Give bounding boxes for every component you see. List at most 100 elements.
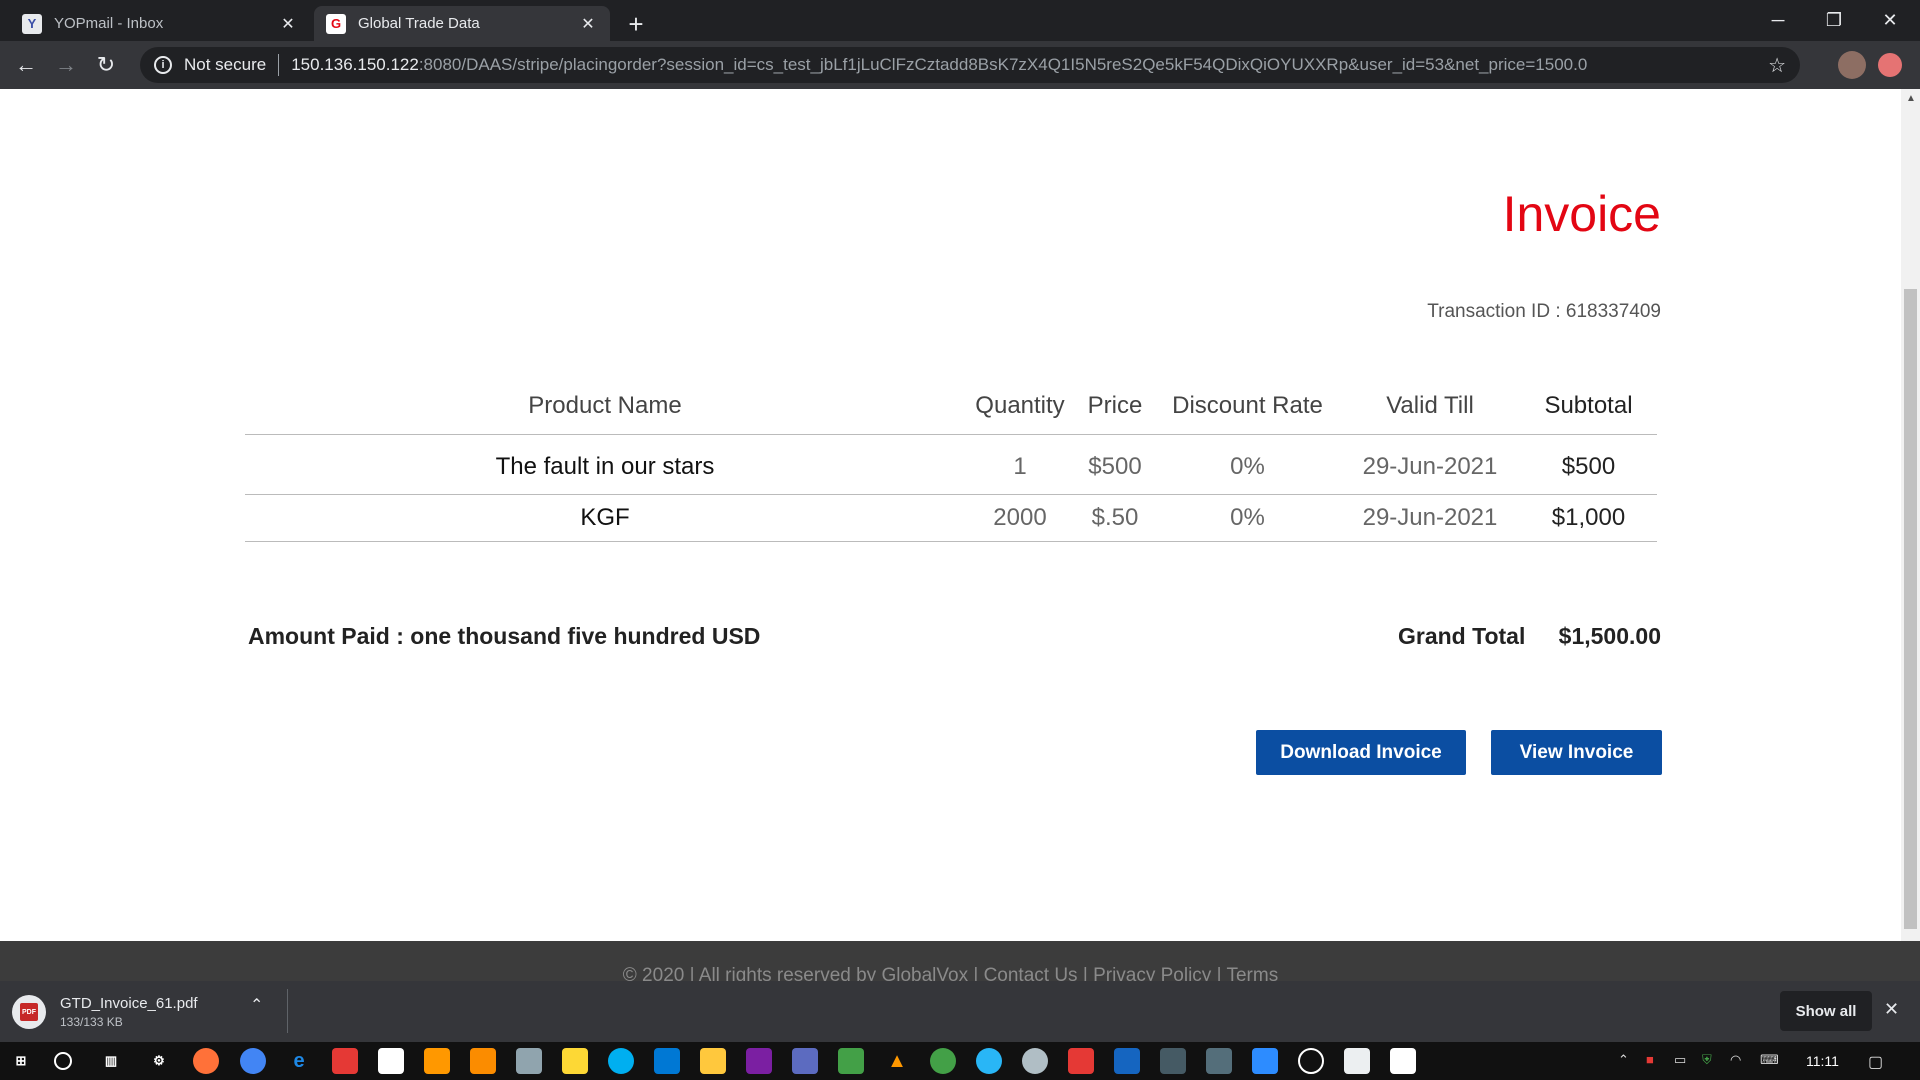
- new-tab-icon[interactable]: +: [620, 8, 652, 40]
- yopmail-icon: Y: [22, 13, 42, 34]
- valid-till-cell: 29-Jun-2021: [1340, 434, 1520, 495]
- app-icon[interactable]: [1022, 1048, 1048, 1074]
- browser-toolbar: ← → ↻ i Not secure 150.136.150.122:8080/…: [0, 41, 1920, 89]
- quantity-cell: 1: [965, 434, 1075, 495]
- pdf-file-icon: PDF: [12, 995, 46, 1029]
- invoice-title: Invoice: [1502, 186, 1661, 242]
- divider: [278, 54, 280, 76]
- settings-gear-icon[interactable]: ⚙: [146, 1048, 172, 1074]
- clock[interactable]: 11:11: [1806, 1053, 1839, 1069]
- reload-icon[interactable]: ↻: [90, 49, 122, 81]
- app-icon[interactable]: [1344, 1048, 1370, 1074]
- app-icon[interactable]: [930, 1048, 956, 1074]
- xampp-icon[interactable]: [470, 1048, 496, 1074]
- table-header-row: Product Name Quantity Price Discount Rat…: [245, 384, 1657, 435]
- download-item[interactable]: PDF GTD_Invoice_61.pdf 133/133 KB: [12, 989, 282, 1035]
- quantity-cell: 2000: [965, 494, 1075, 542]
- keyboard-icon[interactable]: ⌨: [1760, 1052, 1779, 1068]
- app-icon[interactable]: [378, 1048, 404, 1074]
- column-header: Product Name: [245, 384, 965, 435]
- show-all-button[interactable]: Show all: [1780, 991, 1872, 1031]
- firefox-icon[interactable]: [193, 1048, 219, 1074]
- tab-title: Global Trade Data: [358, 15, 480, 32]
- back-arrow-icon[interactable]: ←: [10, 49, 42, 81]
- windows-taskbar: ⊞ ▥ ⚙ e ▲ ⌃ ■ ▭ ⛨ ◠ ⌨ 11:11 ▢: [0, 1042, 1920, 1080]
- bookmark-star-icon[interactable]: ☆: [1768, 53, 1786, 78]
- chevron-up-icon[interactable]: ⌃: [1618, 1052, 1629, 1068]
- column-header: Valid Till: [1340, 384, 1520, 435]
- download-invoice-button[interactable]: Download Invoice: [1256, 730, 1466, 775]
- app-icon[interactable]: [1206, 1048, 1232, 1074]
- subtotal-cell: $1,000: [1520, 494, 1657, 542]
- app-icon[interactable]: [1390, 1048, 1416, 1074]
- view-invoice-button[interactable]: View Invoice: [1491, 730, 1662, 775]
- vlc-icon[interactable]: ▲: [884, 1048, 910, 1074]
- tray-icon[interactable]: ■: [1646, 1052, 1654, 1067]
- browser-tab-strip: Y YOPmail - Inbox ✕ G Global Trade Data …: [0, 0, 1920, 41]
- product-name-cell: KGF: [245, 494, 965, 542]
- subtotal-cell: $500: [1520, 434, 1657, 495]
- download-file-name: GTD_Invoice_61.pdf: [60, 995, 198, 1012]
- scrollbar-thumb[interactable]: [1904, 289, 1917, 929]
- file-explorer-icon[interactable]: [700, 1048, 726, 1074]
- page-content: Invoice Transaction ID : 618337409 Produ…: [0, 89, 1901, 941]
- product-name-cell: The fault in our stars: [245, 434, 965, 495]
- shield-icon[interactable]: ⛨: [1702, 1052, 1712, 1068]
- column-header: Price: [1075, 384, 1155, 435]
- chrome-icon[interactable]: [240, 1048, 266, 1074]
- search-icon[interactable]: [54, 1052, 72, 1070]
- battery-icon[interactable]: ▭: [1674, 1052, 1686, 1068]
- profile-avatar[interactable]: [1838, 51, 1866, 79]
- app-icon[interactable]: [332, 1048, 358, 1074]
- app-icon[interactable]: [838, 1048, 864, 1074]
- tab-global-trade-data[interactable]: G Global Trade Data ✕: [314, 6, 610, 41]
- invoice-table: Product Name Quantity Price Discount Rat…: [245, 384, 1657, 542]
- telegram-icon[interactable]: [976, 1048, 1002, 1074]
- column-header: Subtotal: [1520, 384, 1657, 435]
- table-row: The fault in our stars 1 $500 0% 29-Jun-…: [245, 434, 1657, 495]
- wifi-icon[interactable]: ◠: [1730, 1052, 1741, 1068]
- close-icon[interactable]: ✕: [578, 14, 598, 34]
- outlook-icon[interactable]: [654, 1048, 680, 1074]
- restore-icon[interactable]: ❐: [1806, 0, 1862, 41]
- notification-icon[interactable]: ▢: [1868, 1052, 1883, 1072]
- edge-icon[interactable]: e: [286, 1048, 312, 1074]
- table-row: KGF 2000 $.50 0% 29-Jun-2021 $1,000: [245, 494, 1657, 542]
- close-icon[interactable]: ✕: [278, 14, 298, 34]
- windows-start-icon[interactable]: ⊞: [8, 1048, 34, 1074]
- app-icon[interactable]: [1114, 1048, 1140, 1074]
- price-cell: $500: [1075, 434, 1155, 495]
- update-icon[interactable]: [1878, 53, 1902, 77]
- url-host: 150.136.150.122: [291, 55, 419, 74]
- teams-icon[interactable]: [792, 1048, 818, 1074]
- address-bar[interactable]: i Not secure 150.136.150.122:8080/DAAS/s…: [140, 47, 1800, 83]
- window-close-icon[interactable]: ✕: [1862, 0, 1918, 41]
- chevron-up-icon[interactable]: ⌃: [250, 995, 263, 1015]
- zoom-icon[interactable]: [1252, 1048, 1278, 1074]
- valid-till-cell: 29-Jun-2021: [1340, 494, 1520, 542]
- app-icon[interactable]: [1298, 1048, 1324, 1074]
- anydesk-icon[interactable]: [1068, 1048, 1094, 1074]
- scroll-up-arrow-icon[interactable]: ▲: [1906, 93, 1916, 104]
- close-icon[interactable]: ✕: [1884, 999, 1899, 1020]
- page-scrollbar[interactable]: ▲: [1901, 89, 1920, 941]
- tab-title: YOPmail - Inbox: [54, 15, 164, 32]
- app-icon[interactable]: [516, 1048, 542, 1074]
- divider: [287, 989, 288, 1033]
- discount-cell: 0%: [1155, 434, 1340, 495]
- app-icon[interactable]: [746, 1048, 772, 1074]
- task-view-icon[interactable]: ▥: [98, 1048, 124, 1074]
- grand-total-value: $1,500.00: [1558, 623, 1661, 649]
- sticky-notes-icon[interactable]: [562, 1048, 588, 1074]
- discount-cell: 0%: [1155, 494, 1340, 542]
- app-icon[interactable]: [1160, 1048, 1186, 1074]
- info-icon[interactable]: i: [154, 56, 172, 74]
- tab-yopmail[interactable]: Y YOPmail - Inbox ✕: [10, 6, 310, 41]
- skype-icon[interactable]: [608, 1048, 634, 1074]
- page-footer: © 2020 | All rights reserved by GlobalVo…: [0, 941, 1920, 1042]
- minimize-icon[interactable]: ─: [1750, 0, 1806, 41]
- gtd-icon: G: [326, 13, 346, 34]
- sublime-icon[interactable]: [424, 1048, 450, 1074]
- forward-arrow-icon[interactable]: →: [50, 49, 82, 81]
- security-label: Not secure: [184, 55, 267, 74]
